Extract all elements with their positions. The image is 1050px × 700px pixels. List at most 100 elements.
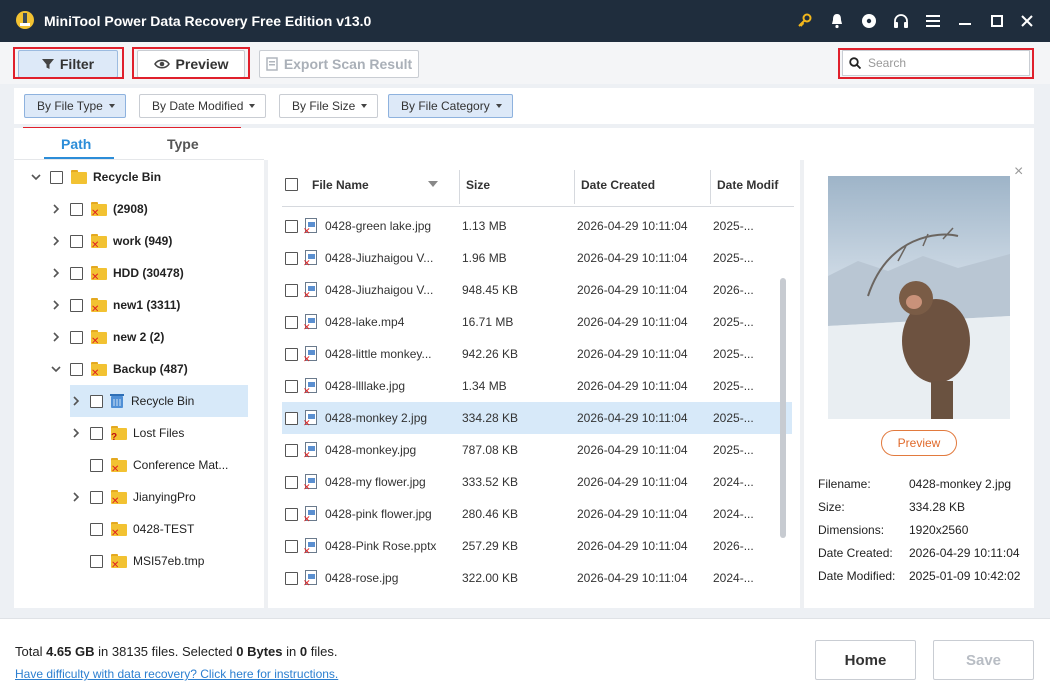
chevron-right-icon[interactable] <box>50 331 62 343</box>
column-header-file-name[interactable]: File Name <box>312 178 369 192</box>
tree-checkbox[interactable] <box>90 458 103 472</box>
table-row[interactable]: ✕ 0428-pink flower.jpg 280.46 KB 2026-04… <box>282 498 792 530</box>
disc-icon[interactable] <box>858 10 880 32</box>
row-checkbox[interactable] <box>285 508 298 521</box>
tree-checkbox[interactable] <box>90 394 103 408</box>
column-separator[interactable] <box>710 170 711 204</box>
chevron-right-icon[interactable] <box>50 235 62 247</box>
row-checkbox[interactable] <box>285 220 298 233</box>
file-list-header: File Name Size Date Created Date Modif <box>282 166 794 207</box>
search-input[interactable] <box>868 56 1018 70</box>
filter-by-file-size[interactable]: By File Size <box>279 94 379 118</box>
tree-checkbox[interactable] <box>70 330 83 344</box>
tree-checkbox[interactable] <box>90 554 103 568</box>
tree-item-lost-files[interactable]: ? Lost Files <box>70 421 184 445</box>
filter-by-file-type[interactable]: By File Type <box>24 94 126 118</box>
chevron-right-icon[interactable] <box>70 395 82 407</box>
tree-checkbox[interactable] <box>90 522 103 536</box>
tree-item-recycle-bin-root[interactable]: Recycle Bin <box>30 165 161 189</box>
table-row[interactable]: ✕ 0428-my flower.jpg 333.52 KB 2026-04-2… <box>282 466 792 498</box>
export-scan-result-button[interactable]: Export Scan Result <box>259 50 419 78</box>
tree-checkbox[interactable] <box>70 202 83 216</box>
headset-icon[interactable] <box>890 10 912 32</box>
table-row[interactable]: ✕ 0428-rose.jpg 322.00 KB 2026-04-29 10:… <box>282 562 792 594</box>
tree-item[interactable]: ✕ (2908) <box>50 197 148 221</box>
tree-item[interactable]: ✕ 0428-TEST <box>90 517 194 541</box>
tree-checkbox[interactable] <box>70 362 83 376</box>
chevron-down-icon[interactable] <box>50 363 62 375</box>
column-separator[interactable] <box>459 170 460 204</box>
tree-item-label: Recycle Bin <box>93 170 162 184</box>
tree-item[interactable]: ✕ work (949) <box>50 229 172 253</box>
tree-item[interactable]: ✕ new1 (3311) <box>50 293 180 317</box>
column-header-date-created[interactable]: Date Created <box>581 178 655 192</box>
row-checkbox[interactable] <box>285 316 298 329</box>
column-separator[interactable] <box>574 170 575 204</box>
row-checkbox[interactable] <box>285 412 298 425</box>
chevron-right-icon[interactable] <box>50 267 62 279</box>
chevron-right-icon[interactable] <box>50 299 62 311</box>
sort-down-icon[interactable] <box>428 180 438 188</box>
row-checkbox[interactable] <box>285 348 298 361</box>
save-button[interactable]: Save <box>933 640 1034 680</box>
bell-icon[interactable] <box>826 10 848 32</box>
tree-checkbox[interactable] <box>90 426 103 440</box>
minimize-icon[interactable] <box>954 10 976 32</box>
home-button[interactable]: Home <box>815 640 916 680</box>
menu-icon[interactable] <box>922 10 944 32</box>
chevron-right-icon[interactable] <box>50 203 62 215</box>
tab-path[interactable]: Path <box>61 136 91 152</box>
row-checkbox[interactable] <box>285 540 298 553</box>
row-checkbox[interactable] <box>285 444 298 457</box>
tab-type[interactable]: Type <box>167 136 199 152</box>
filter-by-file-category[interactable]: By File Category <box>388 94 513 118</box>
tree-checkbox[interactable] <box>70 298 83 312</box>
close-icon[interactable] <box>1016 10 1038 32</box>
funnel-icon <box>41 59 54 69</box>
row-checkbox[interactable] <box>285 476 298 489</box>
selected-size: 0 Bytes <box>236 644 283 659</box>
tree-checkbox[interactable] <box>90 490 103 504</box>
tree-item[interactable]: ✕ MSI57eb.tmp <box>90 549 204 573</box>
preview-button[interactable]: Preview <box>137 50 245 78</box>
chevron-right-icon[interactable] <box>70 491 82 503</box>
table-row-selected[interactable]: ✕ 0428-monkey 2.jpg 334.28 KB 2026-04-29… <box>282 402 792 434</box>
tree-item[interactable]: ✕ Conference Mat... <box>90 453 228 477</box>
table-row[interactable]: ✕ 0428-little monkey... 942.26 KB 2026-0… <box>282 338 792 370</box>
tree-item[interactable]: ✕ JianyingPro <box>70 485 196 509</box>
filter-by-date-modified[interactable]: By Date Modified <box>139 94 267 118</box>
table-row[interactable]: ✕ 0428-lake.mp4 16.71 MB 2026-04-29 10:1… <box>282 306 792 338</box>
select-all-checkbox[interactable] <box>285 178 298 191</box>
tree-checkbox[interactable] <box>70 266 83 280</box>
table-row[interactable]: ✕ 0428-monkey.jpg 787.08 KB 2026-04-29 1… <box>282 434 792 466</box>
chevron-down-icon[interactable] <box>30 171 42 183</box>
table-row[interactable]: ✕ 0428-Jiuzhaigou V... 1.96 MB 2026-04-2… <box>282 242 792 274</box>
tree-item[interactable]: ✕ new 2 (2) <box>50 325 164 349</box>
key-icon[interactable] <box>794 10 816 32</box>
tree-checkbox[interactable] <box>70 234 83 248</box>
row-checkbox[interactable] <box>285 284 298 297</box>
table-row[interactable]: ✕ 0428-Jiuzhaigou V... 948.45 KB 2026-04… <box>282 274 792 306</box>
close-preview-icon[interactable]: × <box>1014 164 1026 180</box>
lost-folder-icon: ✕ <box>91 234 107 251</box>
row-checkbox[interactable] <box>285 572 298 585</box>
table-row[interactable]: ✕ 0428-green lake.jpg 1.13 MB 2026-04-29… <box>282 210 792 242</box>
row-checkbox[interactable] <box>285 380 298 393</box>
maximize-icon[interactable] <box>986 10 1008 32</box>
column-header-size[interactable]: Size <box>466 178 490 192</box>
tree-checkbox[interactable] <box>50 170 63 184</box>
help-link[interactable]: Have difficulty with data recovery? Clic… <box>15 667 338 681</box>
row-checkbox[interactable] <box>285 252 298 265</box>
table-row[interactable]: ✕ 0428-llllake.jpg 1.34 MB 2026-04-29 10… <box>282 370 792 402</box>
search-box[interactable] <box>842 50 1030 76</box>
tree-item-backup[interactable]: ✕ Backup (487) <box>50 357 188 381</box>
chevron-right-icon[interactable] <box>70 427 82 439</box>
preview-image-button[interactable]: Preview <box>881 430 957 456</box>
table-row[interactable]: ✕ 0428-Pink Rose.pptx 257.29 KB 2026-04-… <box>282 530 792 562</box>
list-scrollbar[interactable] <box>780 278 786 538</box>
tree-item-recycle-bin-selected[interactable]: Recycle Bin <box>70 385 248 417</box>
filter-button[interactable]: Filter <box>18 50 118 78</box>
tree-item[interactable]: ✕ HDD (30478) <box>50 261 184 285</box>
column-header-date-modified[interactable]: Date Modif <box>717 178 778 192</box>
pane-divider[interactable] <box>264 160 268 608</box>
